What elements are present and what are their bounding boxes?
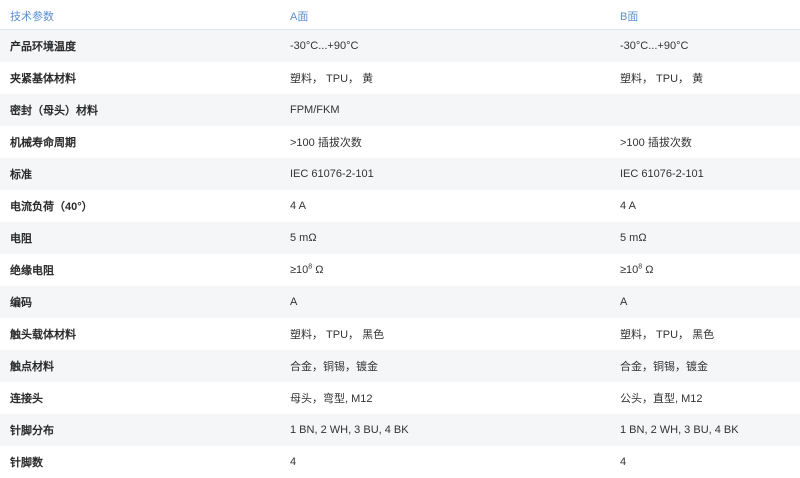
table-header: 技术参数 A面 B面 bbox=[0, 0, 800, 30]
value-unit: Ω bbox=[642, 264, 654, 276]
table-row: 触点材料 合金，铜锡，镀金 合金，铜锡，镀金 bbox=[0, 350, 800, 382]
row-value-b: 4 bbox=[620, 456, 627, 468]
table-row: 连接头 母头，弯型, M12 公头，直型, M12 bbox=[0, 382, 800, 414]
row-label: 密封（母头）材料 bbox=[10, 105, 98, 117]
row-label: 连接头 bbox=[10, 393, 43, 405]
row-value-b: IEC 61076-2-101 bbox=[620, 168, 704, 180]
row-value-b: 合金，铜锡，镀金 bbox=[620, 361, 708, 373]
row-value-a: 母头，弯型, M12 bbox=[290, 393, 373, 405]
row-label: 产品环境温度 bbox=[10, 41, 76, 53]
row-value-a: 4 A bbox=[290, 200, 306, 212]
row-value-b: 4 A bbox=[620, 200, 636, 212]
row-value-a: FPM/FKM bbox=[290, 104, 340, 116]
table-row: 编码 A A bbox=[0, 286, 800, 318]
row-value-a: 塑料， TPU， 黄 bbox=[290, 73, 374, 85]
row-label: 夹紧基体材料 bbox=[10, 73, 76, 85]
row-value-a: ≥108 Ω bbox=[290, 263, 324, 276]
row-label: 触头载体材料 bbox=[10, 329, 76, 341]
value-unit: Ω bbox=[312, 264, 324, 276]
row-value-a: 5 mΩ bbox=[290, 232, 317, 244]
row-value-b: A bbox=[620, 296, 628, 308]
row-label: 电流负荷（40°） bbox=[10, 201, 93, 213]
row-label: 绝缘电阻 bbox=[10, 265, 54, 277]
row-value-a: 1 BN, 2 WH, 3 BU, 4 BK bbox=[290, 424, 409, 436]
row-value-a: IEC 61076-2-101 bbox=[290, 168, 374, 180]
value-base: ≥10 bbox=[620, 264, 639, 276]
spec-table: 技术参数 A面 B面 产品环境温度 -30°C...+90°C -30°C...… bbox=[0, 0, 800, 478]
row-value-a: A bbox=[290, 296, 298, 308]
row-value-b: ≥108 Ω bbox=[620, 263, 654, 276]
row-label: 触点材料 bbox=[10, 361, 54, 373]
row-value-b: 1 BN, 2 WH, 3 BU, 4 BK bbox=[620, 424, 739, 436]
table-row: 产品环境温度 -30°C...+90°C -30°C...+90°C bbox=[0, 30, 800, 62]
table-row: 标准 IEC 61076-2-101 IEC 61076-2-101 bbox=[0, 158, 800, 190]
table-row: 针脚分布 1 BN, 2 WH, 3 BU, 4 BK 1 BN, 2 WH, … bbox=[0, 414, 800, 446]
row-label: 针脚分布 bbox=[10, 425, 54, 437]
row-value-a: -30°C...+90°C bbox=[290, 40, 359, 52]
row-value-a: 合金，铜锡，镀金 bbox=[290, 361, 378, 373]
value-base: ≥10 bbox=[290, 264, 309, 276]
row-label: 编码 bbox=[10, 297, 32, 309]
table-row: 触头载体材料 塑料， TPU， 黑色 塑料， TPU， 黑色 bbox=[0, 318, 800, 350]
row-value-a: >100 插拔次数 bbox=[290, 137, 362, 149]
table-row: 密封（母头）材料 FPM/FKM bbox=[0, 94, 800, 126]
header-parameter: 技术参数 bbox=[10, 11, 54, 23]
table-row: 夹紧基体材料 塑料， TPU， 黄 塑料， TPU， 黄 bbox=[0, 62, 800, 94]
row-value-b: 塑料， TPU， 黑色 bbox=[620, 329, 715, 341]
row-value-b: 5 mΩ bbox=[620, 232, 647, 244]
table-row: 电阻 5 mΩ 5 mΩ bbox=[0, 222, 800, 254]
row-label: 针脚数 bbox=[10, 457, 43, 469]
row-value-b: -30°C...+90°C bbox=[620, 40, 689, 52]
row-value-a: 塑料， TPU， 黑色 bbox=[290, 329, 385, 341]
table-row: 针脚数 4 4 bbox=[0, 446, 800, 478]
header-side-a: A面 bbox=[290, 11, 309, 23]
row-value-b: 塑料， TPU， 黄 bbox=[620, 73, 704, 85]
table-row: 机械寿命周期 >100 插拔次数 >100 插拔次数 bbox=[0, 126, 800, 158]
header-side-b: B面 bbox=[620, 11, 639, 23]
table-row: 绝缘电阻 ≥108 Ω ≥108 Ω bbox=[0, 254, 800, 286]
row-value-a: 4 bbox=[290, 456, 297, 468]
row-value-b: 公头，直型, M12 bbox=[620, 393, 703, 405]
table-row: 电流负荷（40°） 4 A 4 A bbox=[0, 190, 800, 222]
row-label: 机械寿命周期 bbox=[10, 137, 76, 149]
row-label: 电阻 bbox=[10, 233, 32, 245]
row-label: 标准 bbox=[10, 169, 32, 181]
row-value-b: >100 插拔次数 bbox=[620, 137, 692, 149]
